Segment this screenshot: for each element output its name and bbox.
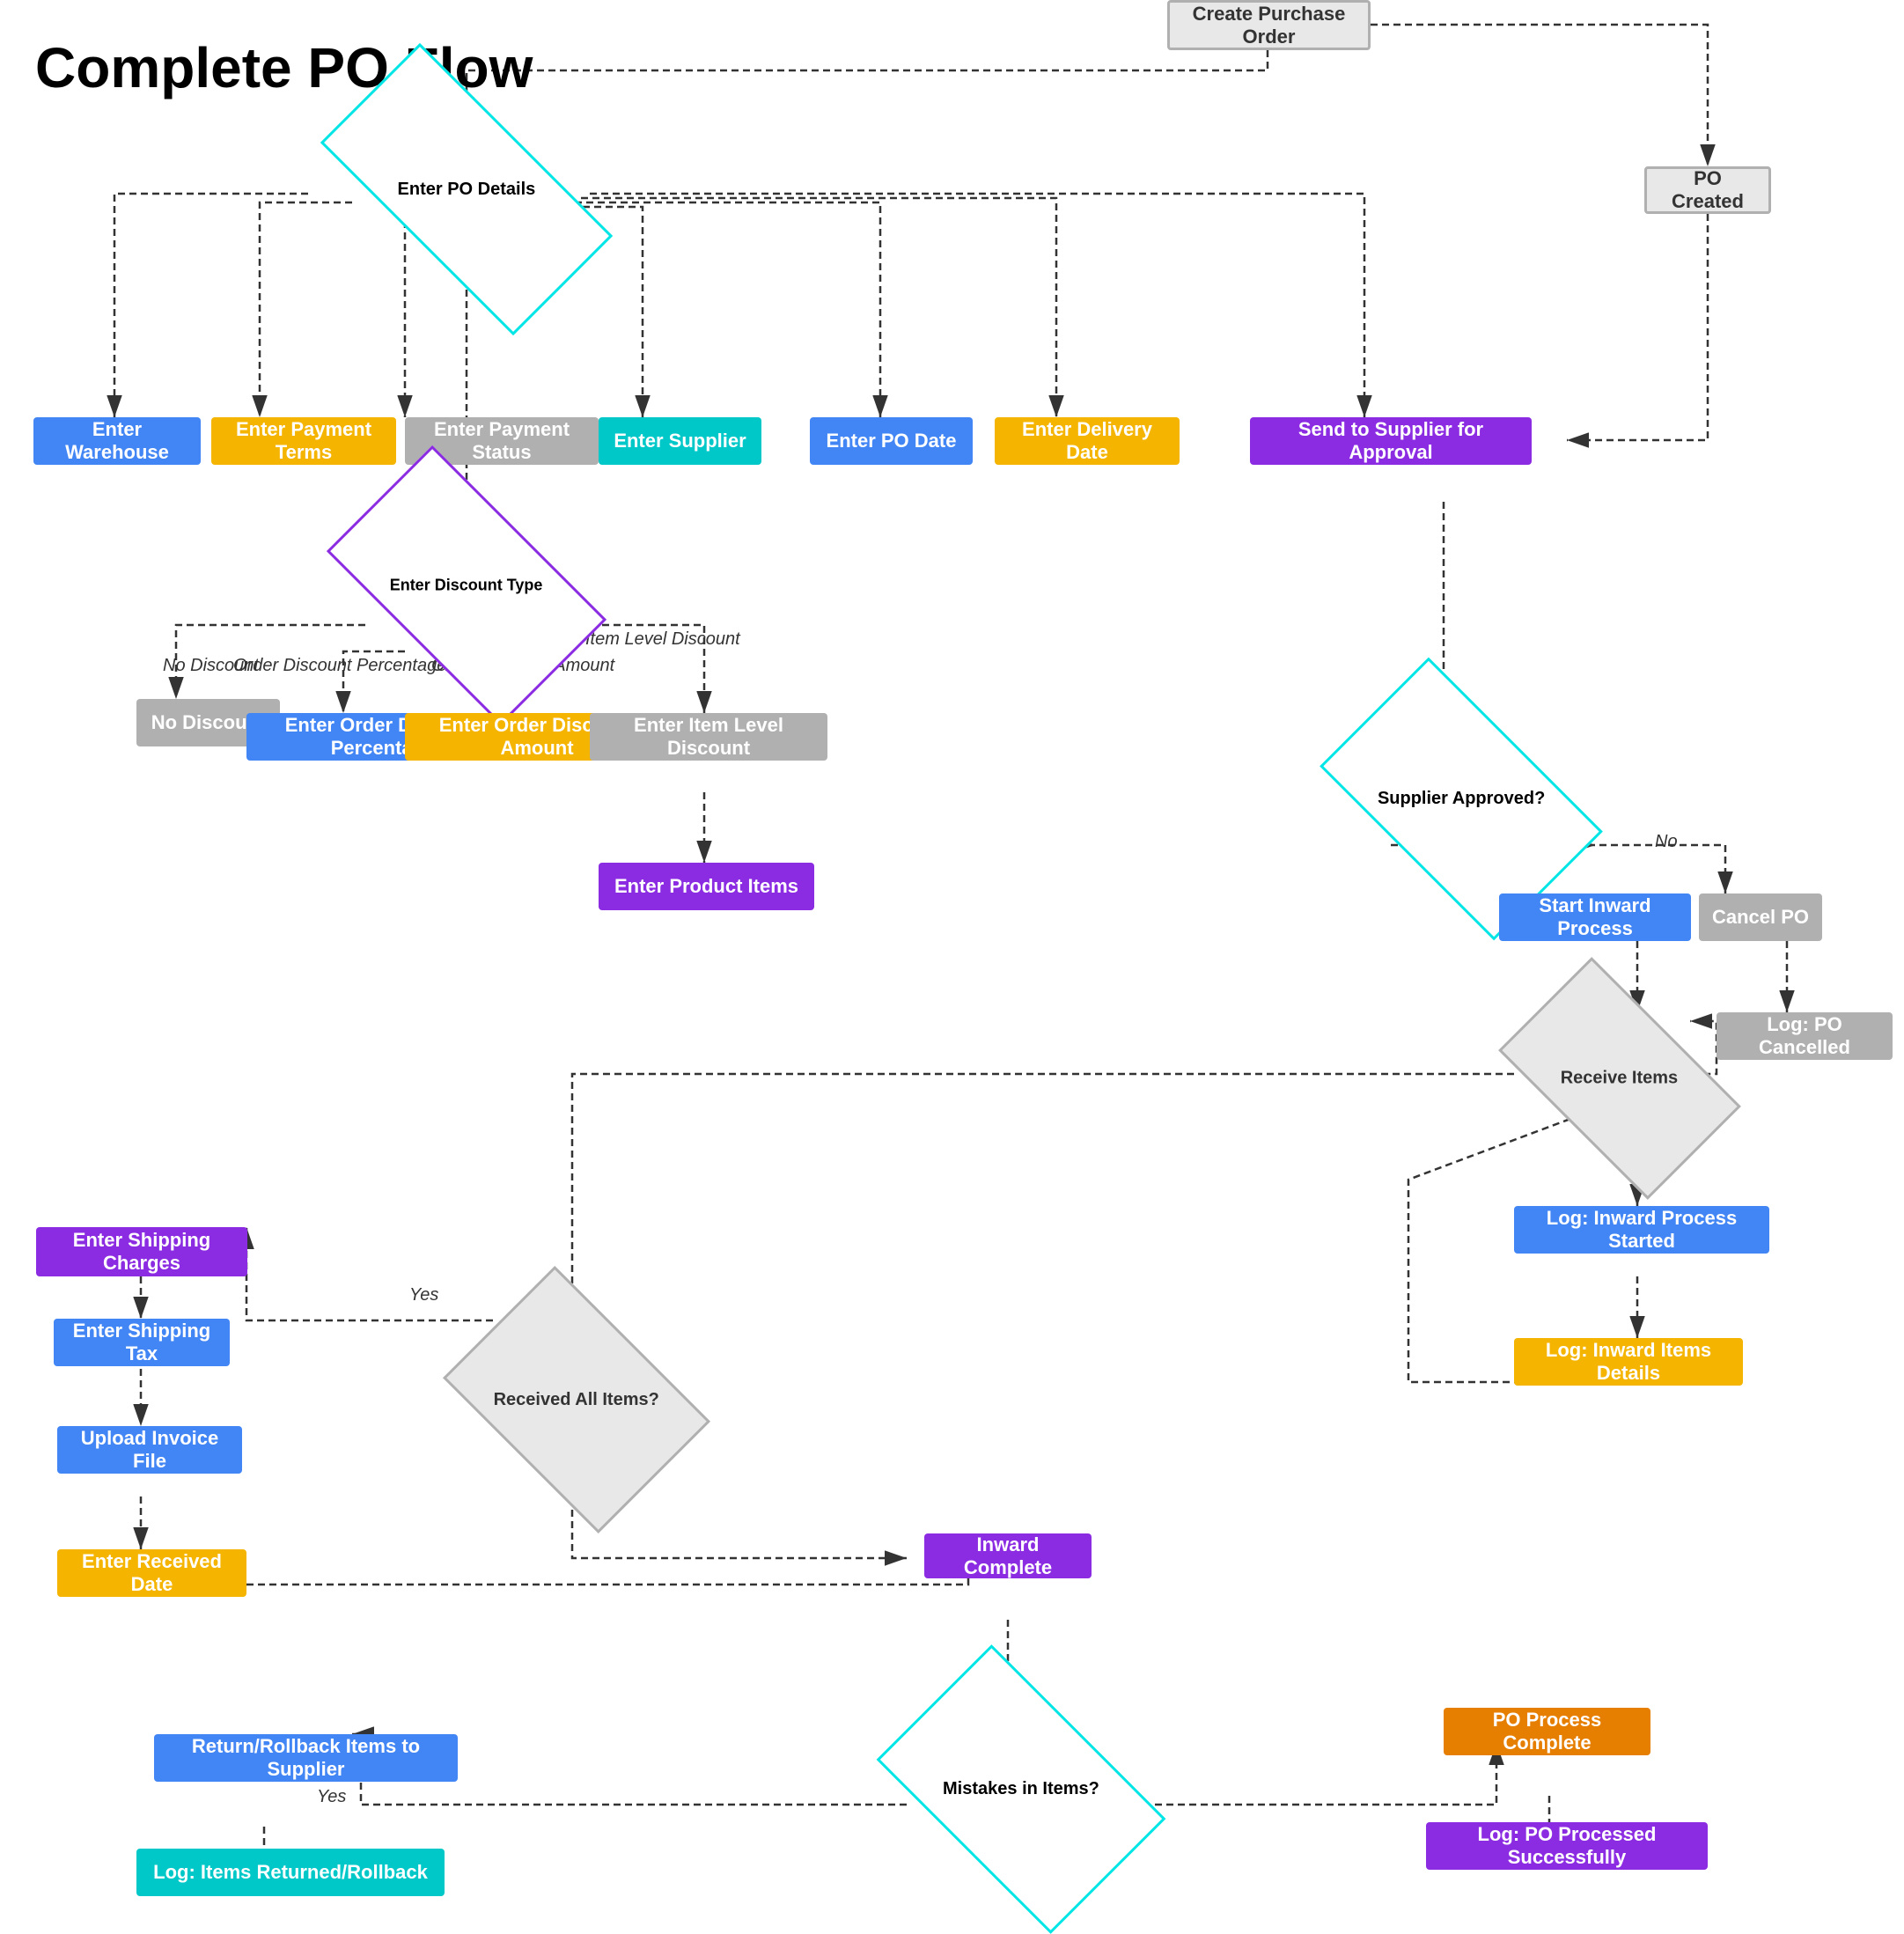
node-logInwardProcessStarted: Log: Inward Process Started (1514, 1206, 1769, 1254)
node-enterWarehouse: Enter Warehouse (33, 417, 201, 465)
node-inwardComplete: Inward Complete (924, 1533, 1092, 1578)
node-createPO: Create Purchase Order (1167, 0, 1371, 50)
node-cancelPO: Cancel PO (1699, 893, 1822, 941)
node-enterDiscountType: Enter Discount Type (327, 445, 606, 725)
node-receivedAllItems: Received All Items? (443, 1266, 710, 1533)
node-enterPaymentTerms: Enter Payment Terms (211, 417, 396, 465)
label-item-level-discount: Item Level Discount (585, 629, 740, 650)
node-enterPODate: Enter PO Date (810, 417, 973, 465)
flowchart-arrows (0, 0, 1904, 1895)
node-enterShippingTax: Enter Shipping Tax (54, 1319, 230, 1366)
node-enterItemLevelDiscount: Enter Item Level Discount (590, 713, 827, 761)
node-sendToSupplier: Send to Supplier for Approval (1250, 417, 1532, 465)
label-no1: No (1655, 832, 1678, 852)
node-poProcessComplete: PO Process Complete (1444, 1708, 1650, 1755)
node-enterReceivedDate: Enter Received Date (57, 1549, 246, 1597)
node-logPOProcessed: Log: PO Processed Successfully (1426, 1822, 1708, 1870)
node-enterShippingCharges: Enter Shipping Charges (36, 1227, 247, 1276)
node-enterDeliveryDate: Enter Delivery Date (995, 417, 1180, 465)
node-uploadInvoiceFile: Upload Invoice File (57, 1426, 242, 1474)
node-mistakesInItems: Mistakes in Items? (877, 1644, 1166, 1934)
node-logItemsReturned: Log: Items Returned/Rollback (136, 1849, 445, 1896)
node-logInwardItemsDetails: Log: Inward Items Details (1514, 1338, 1743, 1386)
node-receiveItems: Receive Items (1498, 957, 1741, 1200)
node-logPOCancelled: Log: PO Cancelled (1717, 1012, 1893, 1060)
label-yes3: Yes (317, 1787, 346, 1807)
node-enterProductItems: Enter Product Items (599, 863, 814, 910)
node-enterSupplier: Enter Supplier (599, 417, 761, 465)
node-returnRollback: Return/Rollback Items to Supplier (154, 1734, 458, 1782)
node-poCreated: PO Created (1644, 166, 1771, 214)
node-startInwardProcess: Start Inward Process (1499, 893, 1691, 941)
label-yes2: Yes (409, 1285, 438, 1305)
label-order-discount-pct: Order Discount Percentage (233, 656, 446, 676)
